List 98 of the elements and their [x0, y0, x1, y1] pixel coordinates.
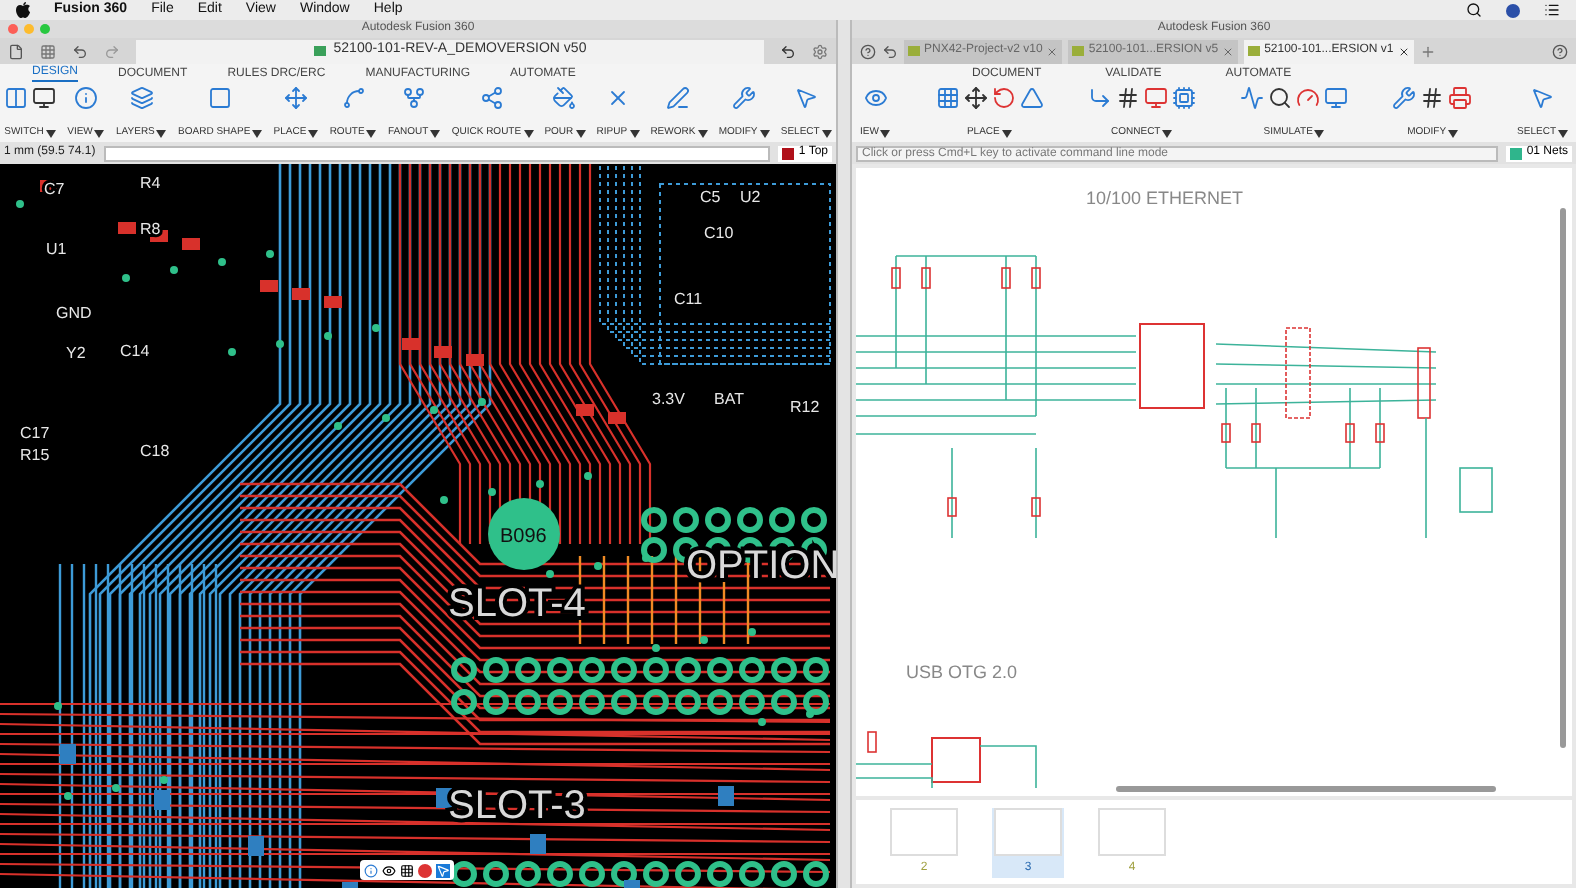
info-icon[interactable] [364, 863, 378, 877]
select-icon[interactable] [436, 863, 450, 877]
tool-icon [863, 86, 888, 110]
board-label: C18 [140, 442, 170, 460]
tool-icon [991, 86, 1016, 110]
tool-icon [1087, 86, 1112, 110]
caret-icon [308, 129, 319, 137]
tool-icon [1171, 86, 1196, 110]
stop-icon[interactable] [418, 863, 432, 877]
tool-icon [666, 86, 691, 110]
page-preview [890, 808, 958, 856]
grid-icon[interactable] [400, 863, 414, 877]
tool-icon [32, 86, 56, 110]
search-icon[interactable] [1466, 2, 1482, 18]
tool-icon [480, 86, 505, 110]
board-label: R15 [20, 446, 50, 464]
tool-icon [208, 86, 233, 110]
document-file-icon [908, 46, 920, 56]
caret-icon [1314, 129, 1325, 137]
caret-icon [1001, 129, 1012, 137]
tool-icon [935, 86, 960, 110]
tool-icon [732, 86, 757, 110]
board-label: C14 [120, 342, 150, 360]
caret-icon [430, 129, 441, 137]
tool-icon [552, 86, 577, 110]
tool-icon [963, 86, 988, 110]
caret-icon [1448, 129, 1459, 137]
board-label: C17 [20, 424, 50, 442]
tool-icon [1324, 86, 1349, 110]
apple-logo-icon[interactable] [16, 2, 30, 18]
page-preview [1098, 808, 1166, 856]
tool-icon [1268, 86, 1293, 110]
net-swatch-icon [1510, 147, 1523, 159]
assistant-icon[interactable] [1506, 3, 1520, 17]
board-label: GND [56, 304, 92, 322]
caret-icon [759, 129, 770, 137]
command-field[interactable] [103, 145, 771, 161]
tool-icon [605, 86, 630, 110]
tool-icon [1420, 86, 1445, 110]
file-icon[interactable] [8, 43, 24, 59]
caret-icon [575, 129, 586, 137]
tool-icon [794, 86, 819, 110]
vertical-scrollbar[interactable] [1560, 208, 1566, 748]
tool-icon [283, 86, 308, 110]
tool-icon [1296, 86, 1321, 110]
tool-icon [1448, 86, 1473, 110]
caret-icon [629, 129, 640, 137]
board-label: Y2 [66, 344, 86, 362]
view-icon[interactable] [382, 863, 396, 877]
tool-icon [341, 86, 366, 110]
tool-icon [4, 86, 28, 110]
tool-icon [1392, 86, 1417, 110]
menu-icon[interactable] [1544, 2, 1560, 18]
back-icon[interactable] [780, 43, 796, 59]
undo-icon[interactable] [882, 43, 898, 59]
undo-icon[interactable] [72, 43, 88, 59]
tool-icon [1115, 86, 1140, 110]
tool-icon [1143, 86, 1168, 110]
layer-swatch-icon [782, 147, 795, 159]
horizontal-scrollbar[interactable] [1116, 786, 1496, 792]
caret-icon [366, 129, 377, 137]
caret-icon [697, 129, 708, 137]
board-label: B096 [500, 526, 547, 548]
close-tab-icon[interactable] [1397, 45, 1410, 57]
caret-icon [45, 129, 56, 137]
help-icon[interactable] [860, 43, 876, 59]
settings-icon[interactable] [812, 43, 828, 59]
document-file-icon [1248, 46, 1261, 56]
tool-icon [74, 86, 99, 110]
caret-icon [880, 129, 891, 137]
caret-icon [523, 129, 534, 137]
board-label: R12 [790, 398, 820, 416]
sheet-title: 10/100 ETHERNET [1086, 188, 1244, 208]
tool-icon [402, 86, 427, 110]
caret-icon [94, 129, 105, 137]
board-label: C5 [700, 188, 721, 206]
sheet-title: USB OTG 2.0 [906, 662, 1018, 682]
board-label: C10 [704, 224, 734, 242]
tool-icon [1240, 86, 1265, 110]
board-label: BAT [714, 390, 744, 408]
board-label: R8 [140, 220, 161, 238]
help-icon[interactable] [1552, 43, 1568, 59]
caret-icon [1558, 129, 1568, 137]
tool-icon [1019, 86, 1044, 110]
board-file-icon [313, 46, 326, 56]
page-preview [994, 808, 1062, 856]
board-label: U2 [740, 188, 761, 206]
board-label: R4 [140, 174, 161, 192]
caret-icon [1162, 129, 1173, 137]
document-file-icon [1072, 46, 1085, 56]
board-label: C11 [674, 290, 703, 308]
caret-icon [156, 129, 167, 137]
caret-icon [821, 129, 832, 137]
board-label: U1 [46, 240, 67, 258]
board-label: 3.3V [652, 390, 685, 408]
caret-icon [252, 129, 263, 137]
tool-icon [129, 86, 154, 110]
tool-icon [1530, 86, 1555, 110]
